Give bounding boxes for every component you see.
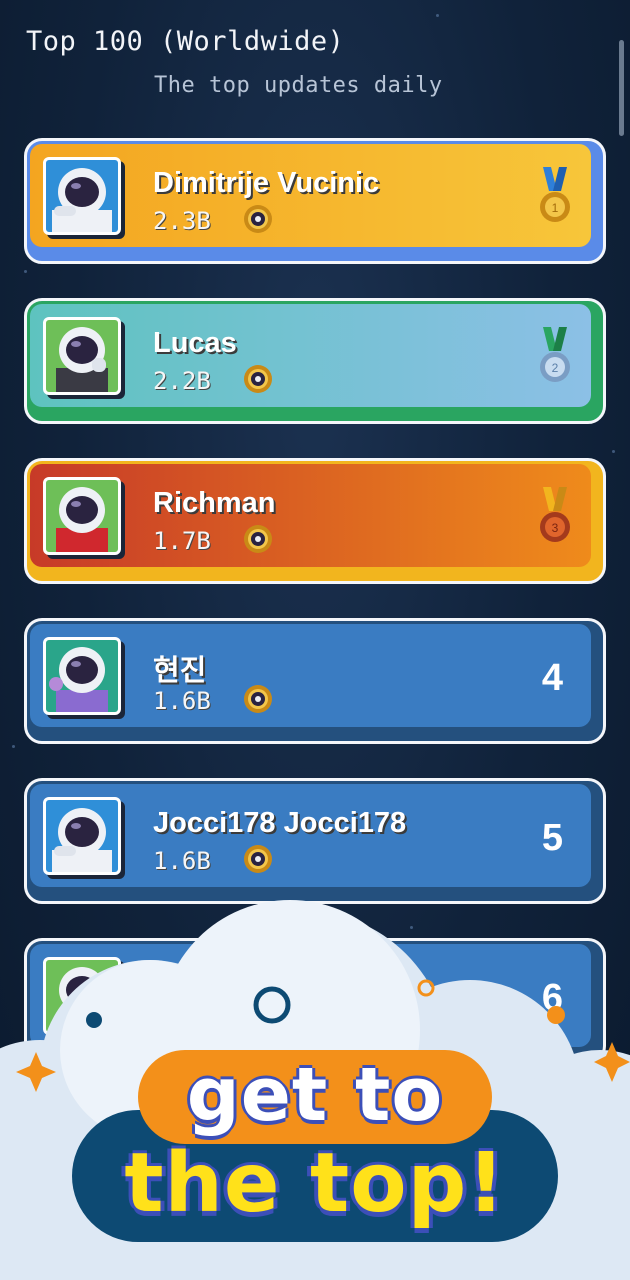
dot-icon — [86, 1012, 102, 1028]
promo-headline-line1: get to — [186, 1052, 444, 1138]
promo-headline-line2: the top! — [124, 1136, 506, 1231]
dot-icon — [547, 1006, 565, 1024]
